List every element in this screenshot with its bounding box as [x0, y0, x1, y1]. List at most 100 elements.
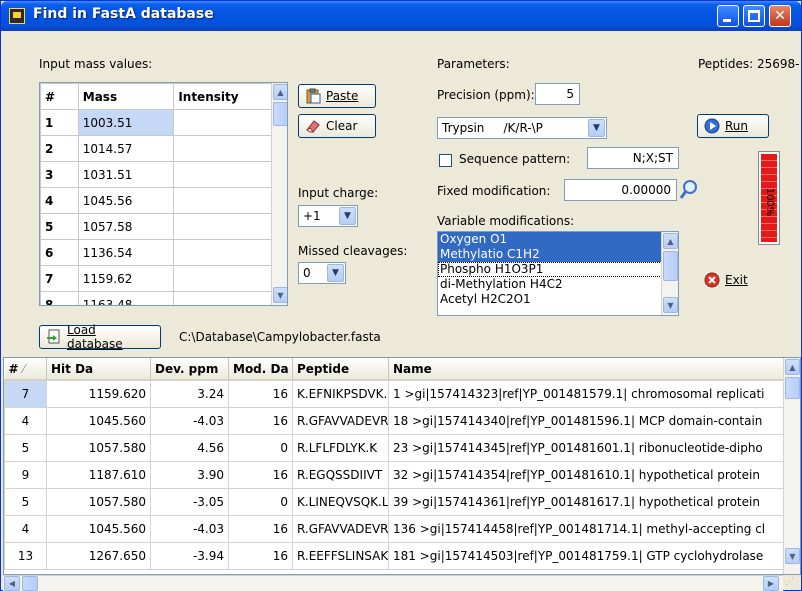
scroll-up-icon[interactable]: ▲	[785, 359, 800, 375]
intensity-cell[interactable]	[173, 239, 272, 266]
mass-cell[interactable]: 1031.51	[77, 161, 175, 188]
mass-row[interactable]: 5 1057.58	[40, 213, 272, 240]
fixed-modification-input[interactable]: 0.00000	[564, 179, 677, 201]
results-vertical-scrollbar[interactable]: ▲ ▼	[783, 358, 800, 574]
intensity-cell[interactable]	[173, 213, 272, 240]
variable-modifications-list[interactable]: Oxygen O1 Methylatio C1H2 Phospho H1O3P1…	[437, 231, 679, 316]
mass-cell[interactable]: 1136.54	[77, 239, 175, 266]
intensity-cell[interactable]	[173, 109, 272, 136]
precision-input[interactable]: 5	[535, 83, 580, 105]
title-bar[interactable]: Find in FastA database ✕	[1, 1, 801, 31]
maximize-icon	[748, 10, 760, 22]
list-item[interactable]: di-Methylation H4C2	[438, 277, 678, 292]
table-row[interactable]: 4 1045.560 -4.03 16 R.GFAVVADEVR 18 >gi|15741…	[4, 406, 785, 435]
mass-row[interactable]: 6 1136.54	[40, 239, 272, 266]
variable-list-scrollbar[interactable]: ▲ ▼	[661, 232, 678, 315]
chevron-down-icon: ▼	[327, 264, 344, 282]
resize-grip-icon[interactable]: ⋰	[785, 577, 799, 590]
col-header-number[interactable]: # ⁄	[4, 358, 47, 381]
missed-cleavages-select[interactable]: 0 ▼	[298, 262, 346, 284]
exit-button[interactable]: Exit	[697, 268, 769, 292]
row-number: 6	[40, 239, 79, 266]
col-header-dev-ppm[interactable]: Dev. ppm	[150, 358, 229, 381]
scroll-up-icon[interactable]: ▲	[273, 84, 287, 100]
intensity-cell[interactable]	[173, 135, 272, 162]
scroll-up-icon[interactable]: ▲	[663, 233, 678, 249]
scroll-thumb[interactable]	[785, 377, 800, 399]
mass-row[interactable]: 8 1163.48	[40, 291, 272, 305]
exit-label: Exit	[725, 273, 748, 287]
table-row[interactable]: 9 1187.610 3.90 16 R.EGQSSDIIVT 32 >gi|157414…	[4, 460, 785, 489]
list-item[interactable]: Phospho H1O3P1	[438, 262, 678, 277]
table-row[interactable]: 7 1159.620 3.24 16 K.EFNIKPSDVK. 1 >gi|157414…	[4, 379, 785, 408]
scroll-down-icon[interactable]: ▼	[273, 287, 287, 303]
col-header-number[interactable]: #	[40, 83, 79, 110]
table-row[interactable]: 5 1057.580 -3.05 0 K.LINEQVSQK.L 39 >gi|15741…	[4, 487, 785, 516]
list-item[interactable]: Methylatio C1H2	[438, 247, 678, 262]
col-header-mod-da[interactable]: Mod. Da	[228, 358, 293, 381]
cell-dev-ppm: -4.03	[150, 514, 229, 543]
scroll-right-icon[interactable]: ▶	[763, 576, 779, 591]
row-number: 4	[40, 187, 79, 214]
mass-cell[interactable]: 1003.51	[77, 109, 175, 136]
missed-cleavages-value: 0	[303, 266, 311, 280]
mass-cell[interactable]: 1045.56	[77, 187, 175, 214]
app-icon	[9, 8, 25, 24]
load-database-button[interactable]: Load database	[39, 323, 161, 351]
fixed-modification-value: 0.00000	[621, 183, 671, 197]
col-header-mass[interactable]: Mass	[77, 83, 175, 110]
col-header-name[interactable]: Name	[388, 358, 785, 381]
parameters-label: Parameters:	[437, 57, 510, 71]
input-charge-select[interactable]: +1 ▼	[298, 205, 358, 227]
mass-grid[interactable]: # Mass Intensity 1 1003.51 2 1014.57 3 1031…	[39, 82, 288, 306]
paste-button[interactable]: Paste	[298, 84, 376, 108]
scroll-down-icon[interactable]: ▼	[785, 548, 800, 564]
enzyme-select[interactable]: Trypsin /K/R-\P ▼	[437, 117, 607, 139]
run-button[interactable]: Run	[697, 114, 769, 138]
mass-row[interactable]: 2 1014.57	[40, 135, 272, 162]
row-number: 3	[40, 161, 79, 188]
cell-hit-da: 1187.610	[46, 460, 151, 489]
close-icon: ✕	[774, 8, 786, 24]
mass-cell[interactable]: 1163.48	[77, 291, 175, 305]
cell-mod-da: 0	[228, 433, 293, 462]
scroll-down-icon[interactable]: ▼	[663, 297, 678, 313]
mass-row[interactable]: 7 1159.62	[40, 265, 272, 292]
sequence-pattern-input[interactable]: N;X;ST	[587, 147, 679, 169]
close-button[interactable]: ✕	[769, 5, 791, 27]
results-horizontal-scrollbar[interactable]: ◀ ▶	[3, 575, 783, 591]
col-header-peptide[interactable]: Peptide	[292, 358, 389, 381]
mass-row[interactable]: 1 1003.51	[40, 109, 272, 136]
chevron-down-icon: ▼	[339, 207, 356, 225]
results-grid[interactable]: # ⁄ Hit Da Dev. ppm Mod. Da Peptide Name…	[3, 357, 801, 575]
intensity-cell[interactable]	[173, 291, 272, 305]
table-row[interactable]: 5 1057.580 4.56 0 R.LFLFDLYK.K 23 >gi|1574143…	[4, 433, 785, 462]
mass-cell[interactable]: 1014.57	[77, 135, 175, 162]
intensity-cell[interactable]	[173, 161, 272, 188]
col-header-hit-da[interactable]: Hit Da	[46, 358, 151, 381]
scroll-thumb[interactable]	[22, 576, 38, 591]
mass-cell[interactable]: 1057.58	[77, 213, 175, 240]
search-icon[interactable]	[679, 179, 699, 201]
minimize-button[interactable]	[717, 5, 739, 27]
scroll-thumb[interactable]	[273, 102, 287, 126]
scroll-thumb[interactable]	[663, 251, 678, 281]
clear-button[interactable]: Clear	[298, 114, 376, 138]
intensity-cell[interactable]	[173, 265, 272, 292]
scroll-left-icon[interactable]: ◀	[4, 576, 20, 591]
peptides-count: Peptides: 25698-	[698, 57, 800, 71]
intensity-cell[interactable]	[173, 187, 272, 214]
maximize-button[interactable]	[743, 5, 765, 27]
col-header-intensity[interactable]: Intensity	[173, 83, 272, 110]
mass-row[interactable]: 3 1031.51	[40, 161, 272, 188]
mass-row[interactable]: 4 1045.56	[40, 187, 272, 214]
table-row[interactable]: 13 1267.650 -3.94 16 R.EEFFSLINSAK 181 >gi|15…	[4, 541, 785, 570]
table-row[interactable]: 4 1045.560 -4.03 16 R.GFAVVADEVR 136 >gi|1574…	[4, 514, 785, 543]
list-item[interactable]: Acetyl H2C2O1	[438, 292, 678, 307]
list-item[interactable]: Oxygen O1	[438, 232, 678, 247]
sequence-pattern-label: Sequence pattern:	[459, 152, 571, 166]
mass-cell[interactable]: 1159.62	[77, 265, 175, 292]
enzyme-value: Trypsin /K/R-\P	[442, 121, 543, 135]
sequence-pattern-checkbox[interactable]	[439, 154, 452, 167]
mass-grid-scrollbar[interactable]: ▲ ▼	[271, 83, 287, 305]
